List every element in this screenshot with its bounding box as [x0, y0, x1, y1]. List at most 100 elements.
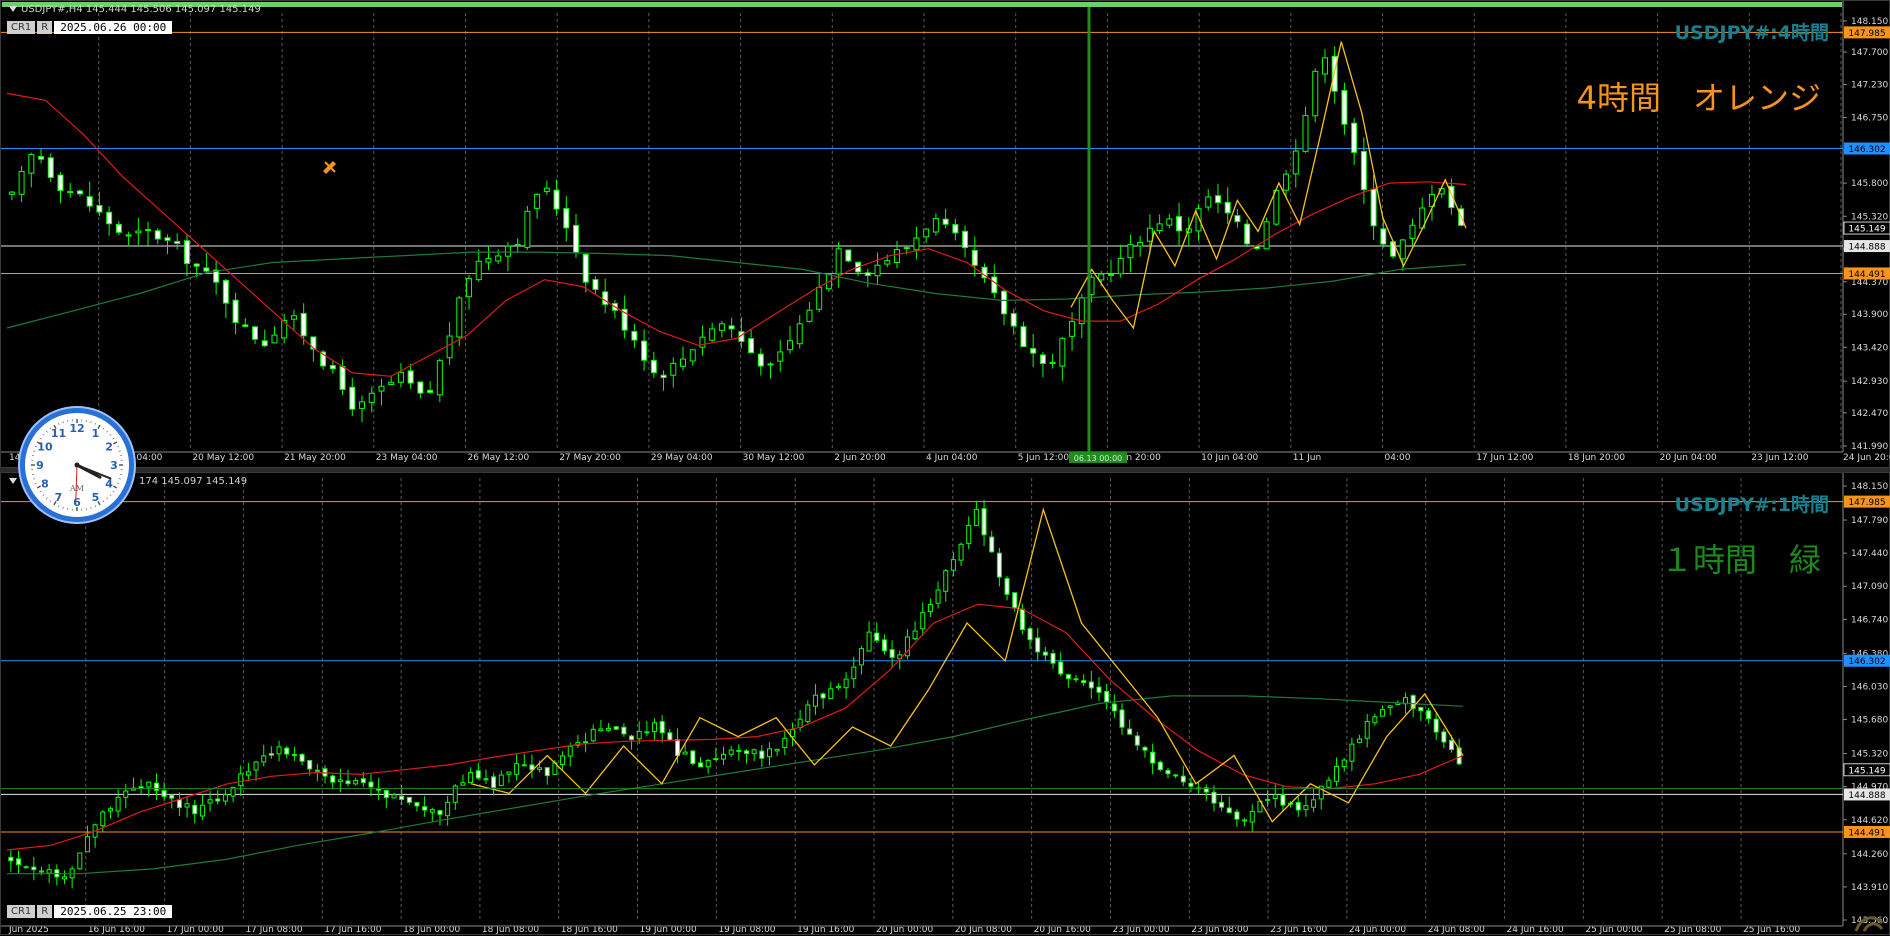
candle-body [554, 190, 559, 209]
h1-y-tick-label: 145.680 [1851, 716, 1888, 726]
r-tag[interactable]: R [37, 21, 52, 34]
candle-body [1352, 123, 1357, 152]
candle-body [139, 787, 143, 788]
clock-tick [117, 446, 119, 447]
h4-x-tick-label: 30 May 12:00 [743, 453, 805, 463]
candle-body [392, 795, 396, 798]
collapse-triangle-icon[interactable] [9, 478, 17, 484]
candle-body [29, 155, 34, 174]
clock-tick [63, 421, 64, 423]
candle-body [447, 336, 452, 358]
h4-x-tick-label: 10 Jun 04:00 [1201, 453, 1258, 463]
candle-body [361, 779, 365, 783]
candle-body [208, 800, 212, 803]
candle-body [681, 359, 686, 366]
clock-tick [35, 483, 37, 484]
candle-body [700, 337, 705, 347]
candle-body [882, 640, 886, 651]
candle-body [967, 526, 971, 544]
candle-body [116, 797, 120, 811]
clock-number: 1 [92, 427, 100, 440]
candle-body [787, 341, 792, 350]
price-level-label: 147.985 [1848, 498, 1885, 508]
candle-body [97, 205, 102, 211]
candle-body [564, 209, 569, 228]
candle-body [39, 157, 44, 160]
candle-body [315, 770, 319, 771]
clock-number: 3 [110, 459, 118, 472]
candle-body [1206, 197, 1211, 207]
candle-body [418, 382, 423, 393]
candle-body [914, 238, 919, 250]
h4-x-tick-label: 14 [9, 453, 21, 463]
date-label: 2025.06.26 00:00 [54, 21, 172, 34]
h4-y-tick-label: 147.700 [1851, 48, 1888, 58]
candle-body [193, 805, 197, 813]
clock-number: 10 [37, 441, 53, 454]
clock-tick [43, 494, 44, 495]
candle-body [1051, 654, 1055, 664]
candle-body [346, 781, 350, 784]
clock-tick [50, 501, 51, 503]
candle-body [1040, 355, 1045, 364]
candle-body [668, 733, 672, 740]
clock-tick [33, 479, 35, 480]
candle-body [116, 224, 121, 232]
candle-body [1365, 721, 1369, 738]
candle-body [277, 747, 281, 754]
candle-body [461, 783, 465, 785]
candle-body [246, 772, 250, 775]
candle-body [951, 560, 955, 571]
candle-body [254, 762, 258, 770]
h4-x-tick-label: 18 Jun 20:00 [1568, 453, 1625, 463]
r-tag[interactable]: R [37, 905, 52, 918]
candle-body [632, 331, 637, 340]
chart-pane-h4[interactable]: 1419 May 04:0020 May 12:0021 May 20:0023… [0, 0, 1890, 468]
h1-chart-canvas[interactable]: Jun 202516 Jun 16:0017 Jun 00:0017 Jun 0… [1, 473, 1890, 936]
candle-body [239, 774, 243, 786]
candle-body [959, 544, 963, 560]
candle-body [1296, 803, 1300, 810]
candle-body [428, 390, 433, 392]
candle-body [354, 780, 358, 783]
candle-body [944, 571, 948, 592]
candle-body [16, 859, 20, 865]
h4-y-tick-label: 145.800 [1851, 179, 1888, 189]
candle-body [204, 268, 209, 271]
h4-chart-canvas[interactable]: 1419 May 04:0020 May 12:0021 May 20:0023… [1, 1, 1890, 469]
candle-body [398, 372, 403, 382]
candle-body [1189, 783, 1193, 786]
collapse-triangle-icon[interactable] [9, 6, 17, 12]
candle-body [1147, 228, 1152, 241]
h4-x-tick-label: 26 May 12:00 [468, 453, 530, 463]
candle-body [1166, 770, 1170, 773]
h1-y-tick-label: 147.790 [1851, 516, 1888, 526]
candle-body [806, 705, 810, 721]
candle-body [1342, 91, 1347, 125]
clock-number: 4 [105, 478, 113, 491]
candle-body [890, 650, 894, 658]
chart-pane-h1[interactable]: Jun 202516 Jun 16:0017 Jun 00:0017 Jun 0… [0, 472, 1890, 935]
tool-pencil-icon[interactable] [323, 161, 336, 174]
clock-tick [98, 501, 100, 504]
cr1-tag[interactable]: CR1 [7, 21, 35, 34]
candle-body [262, 756, 266, 762]
candle-body [1060, 338, 1065, 366]
clock-center [75, 463, 80, 468]
clock-tick [91, 507, 92, 509]
analog-clock-widget[interactable]: 121234567891011AM [20, 408, 134, 522]
cr1-tag[interactable]: CR1 [7, 905, 35, 918]
candle-body [807, 310, 812, 321]
candle-body [369, 393, 374, 402]
candle-body [350, 387, 355, 409]
candle-body [544, 188, 549, 191]
candle-body [384, 791, 388, 798]
candle-body [1013, 593, 1017, 608]
h4-y-tick-label: 143.900 [1851, 310, 1888, 320]
clock-tick [110, 434, 111, 435]
h4-x-tick-label: 17 Jun 12:00 [1476, 453, 1533, 463]
clock-tick [113, 491, 115, 492]
candle-body [607, 728, 611, 730]
h1-y-tick-label: 146.740 [1851, 615, 1888, 625]
clock-tick [119, 451, 121, 452]
